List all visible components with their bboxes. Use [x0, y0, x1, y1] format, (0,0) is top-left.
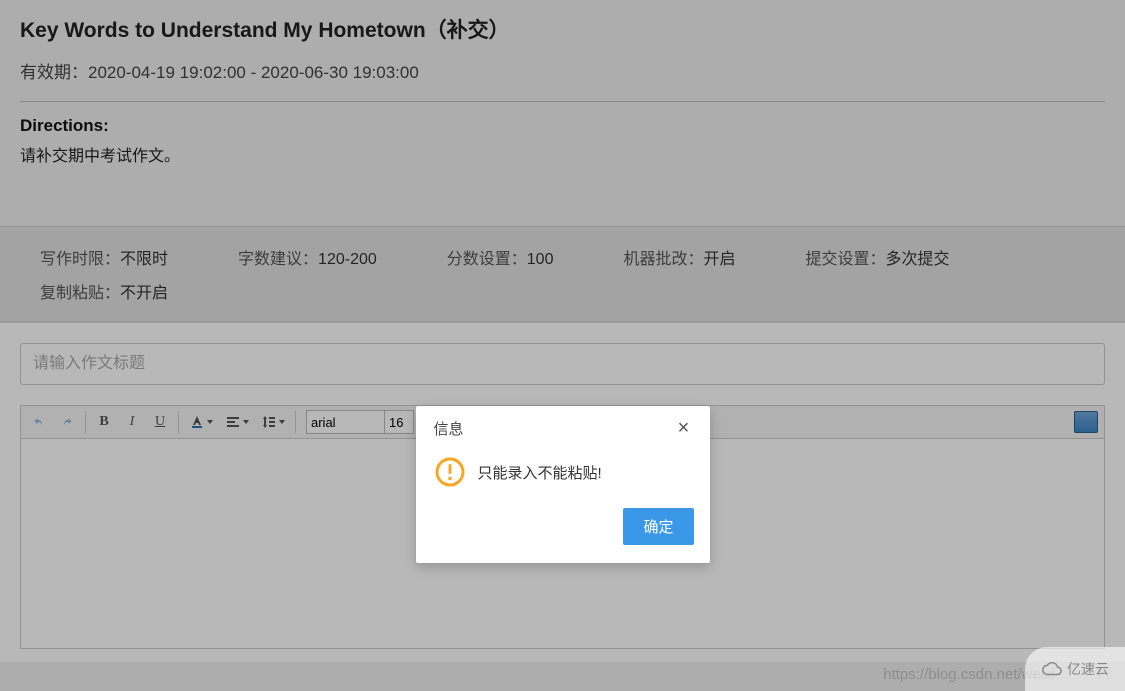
close-icon: ×	[678, 417, 690, 439]
modal-close-button[interactable]: ×	[672, 416, 696, 440]
modal-body: 只能录入不能粘贴!	[416, 450, 710, 502]
modal-title: 信息	[434, 418, 464, 439]
info-modal: 信息 × 只能录入不能粘贴! 确定	[416, 406, 710, 563]
warning-icon	[434, 456, 466, 488]
modal-header: 信息 ×	[416, 406, 710, 450]
modal-ok-button[interactable]: 确定	[623, 508, 693, 545]
modal-message: 只能录入不能粘贴!	[478, 462, 602, 483]
modal-footer: 确定	[416, 502, 710, 563]
modal-overlay: 信息 × 只能录入不能粘贴! 确定	[0, 0, 1125, 691]
